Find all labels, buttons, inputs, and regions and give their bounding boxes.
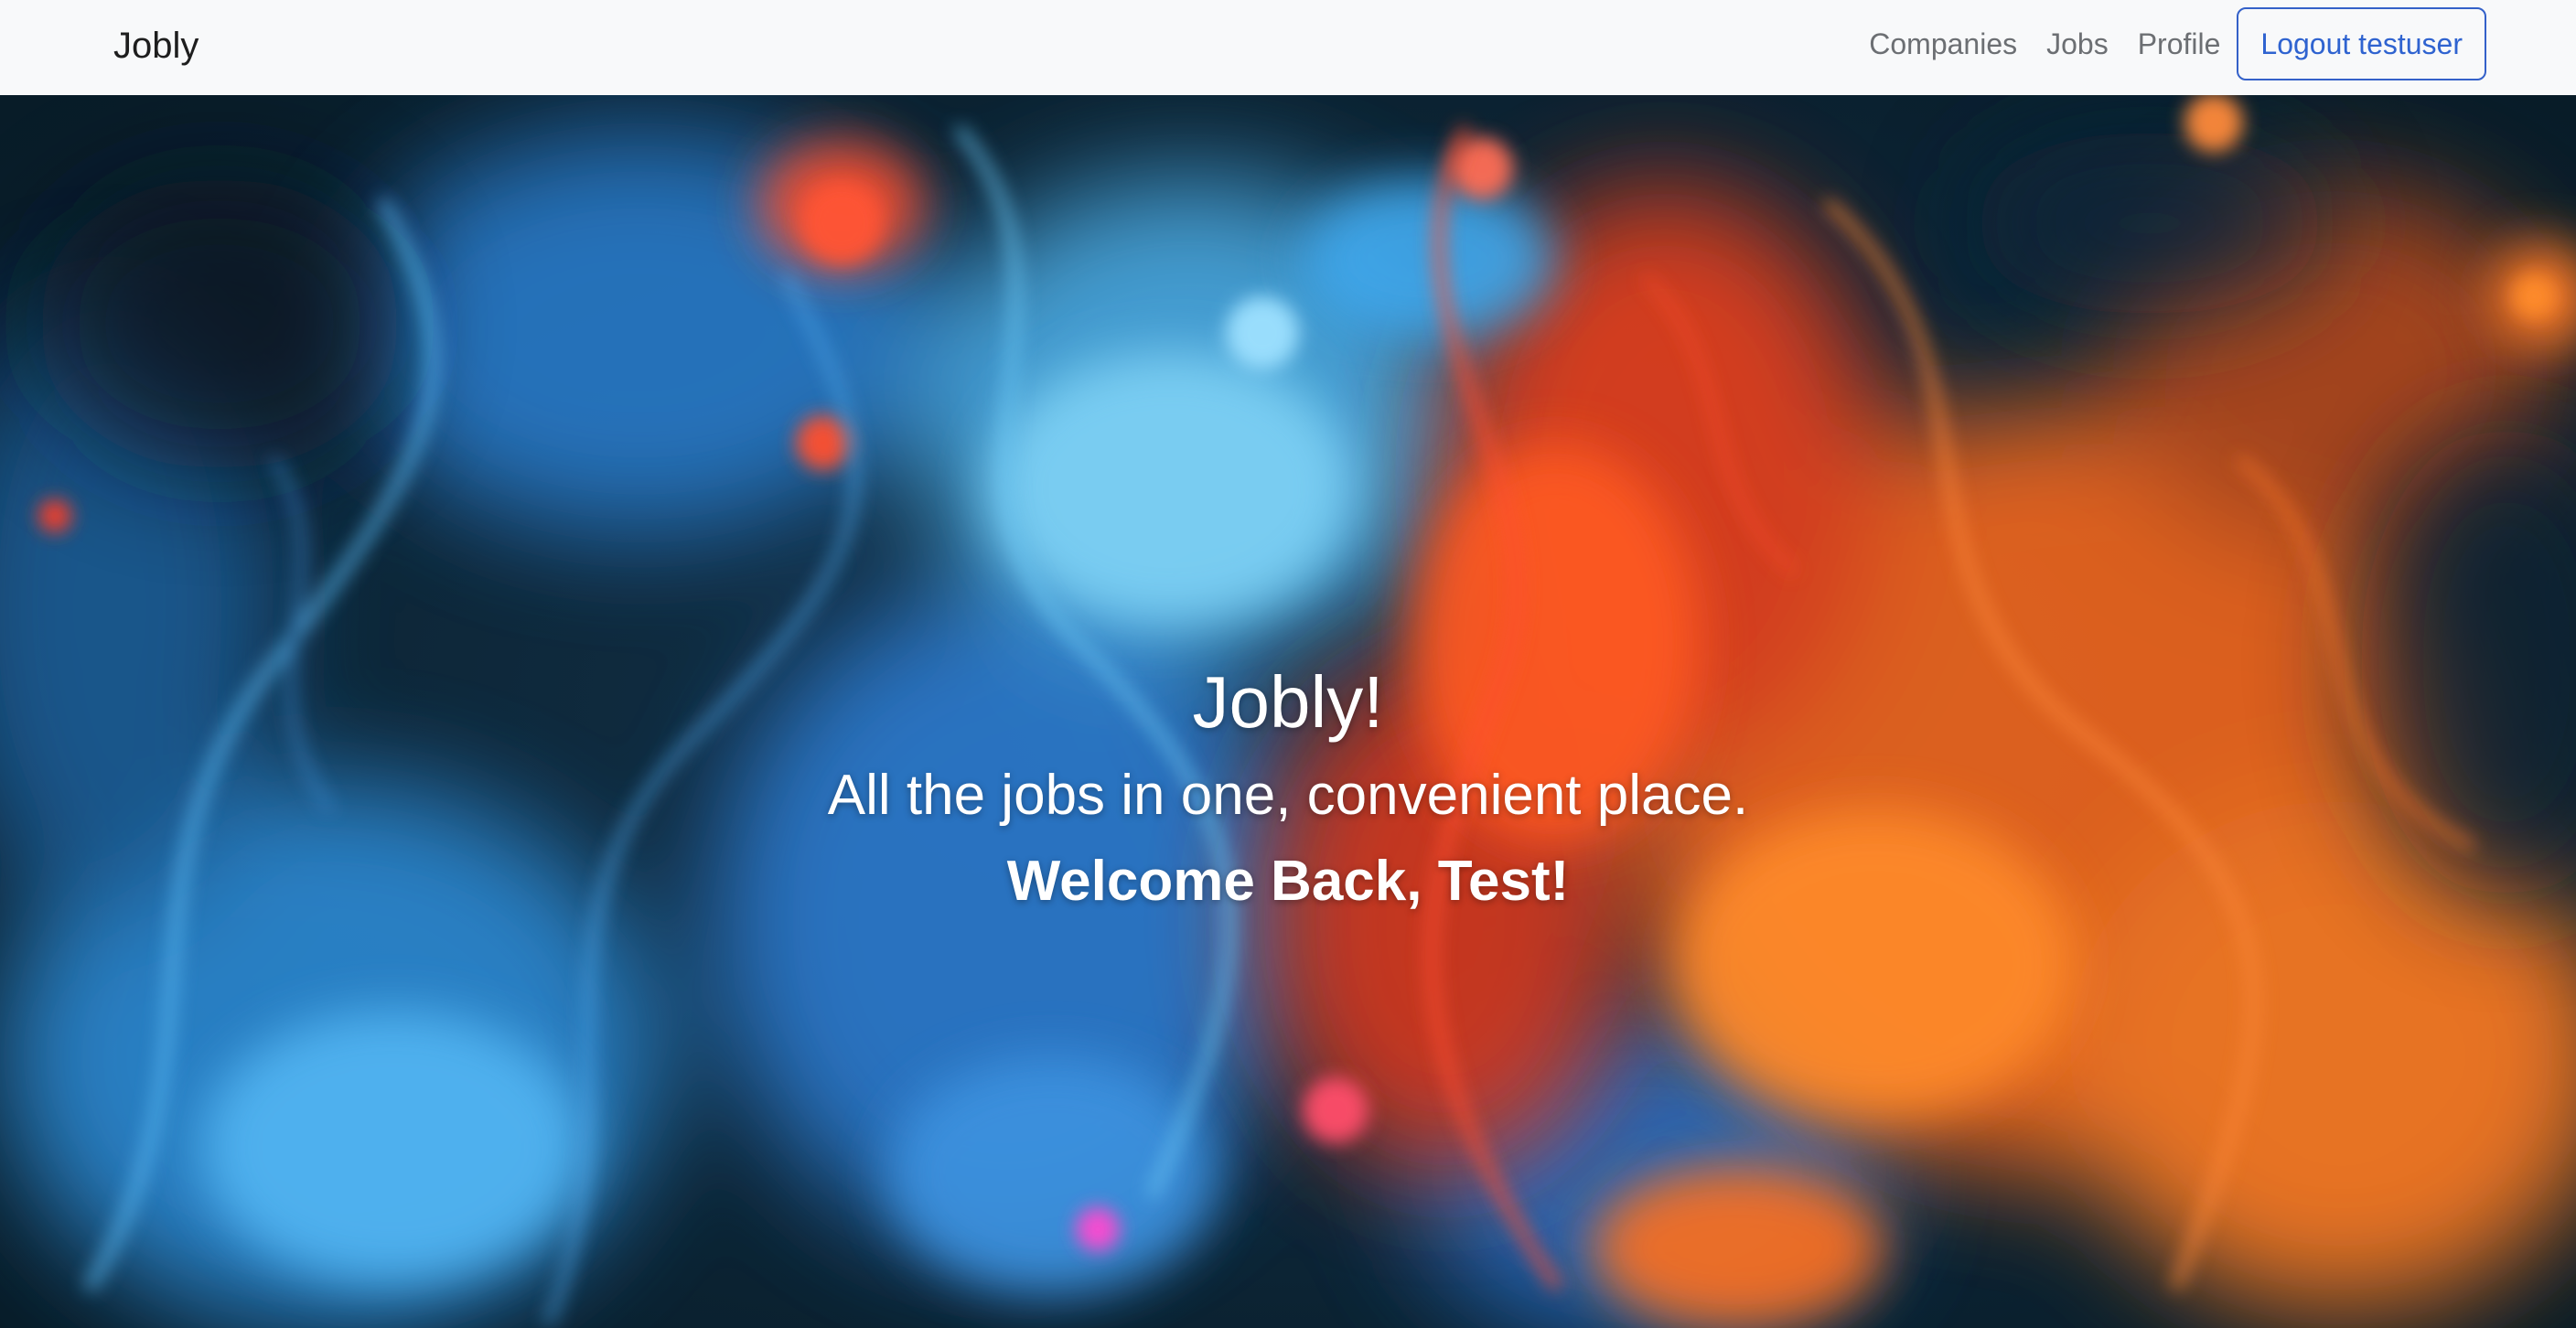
hero-text-block: Jobly! All the jobs in one, convenient p… — [0, 95, 2576, 1328]
hero-title: Jobly! — [1192, 661, 1384, 743]
welcome-message: Welcome Back, Test! — [1006, 850, 1570, 913]
nav-link-companies[interactable]: Companies — [1854, 7, 2032, 80]
logout-button[interactable]: Logout testuser — [2237, 7, 2486, 80]
brand-link[interactable]: Jobly — [113, 20, 199, 71]
nav-links: Companies Jobs Profile Logout testuser — [1854, 7, 2486, 80]
hero-tagline: All the jobs in one, convenient place. — [827, 764, 1749, 827]
navbar: Jobly Companies Jobs Profile Logout test… — [0, 0, 2576, 95]
nav-link-profile[interactable]: Profile — [2123, 7, 2236, 80]
nav-link-jobs[interactable]: Jobs — [2032, 7, 2123, 80]
hero-section: Jobly! All the jobs in one, convenient p… — [0, 95, 2576, 1328]
